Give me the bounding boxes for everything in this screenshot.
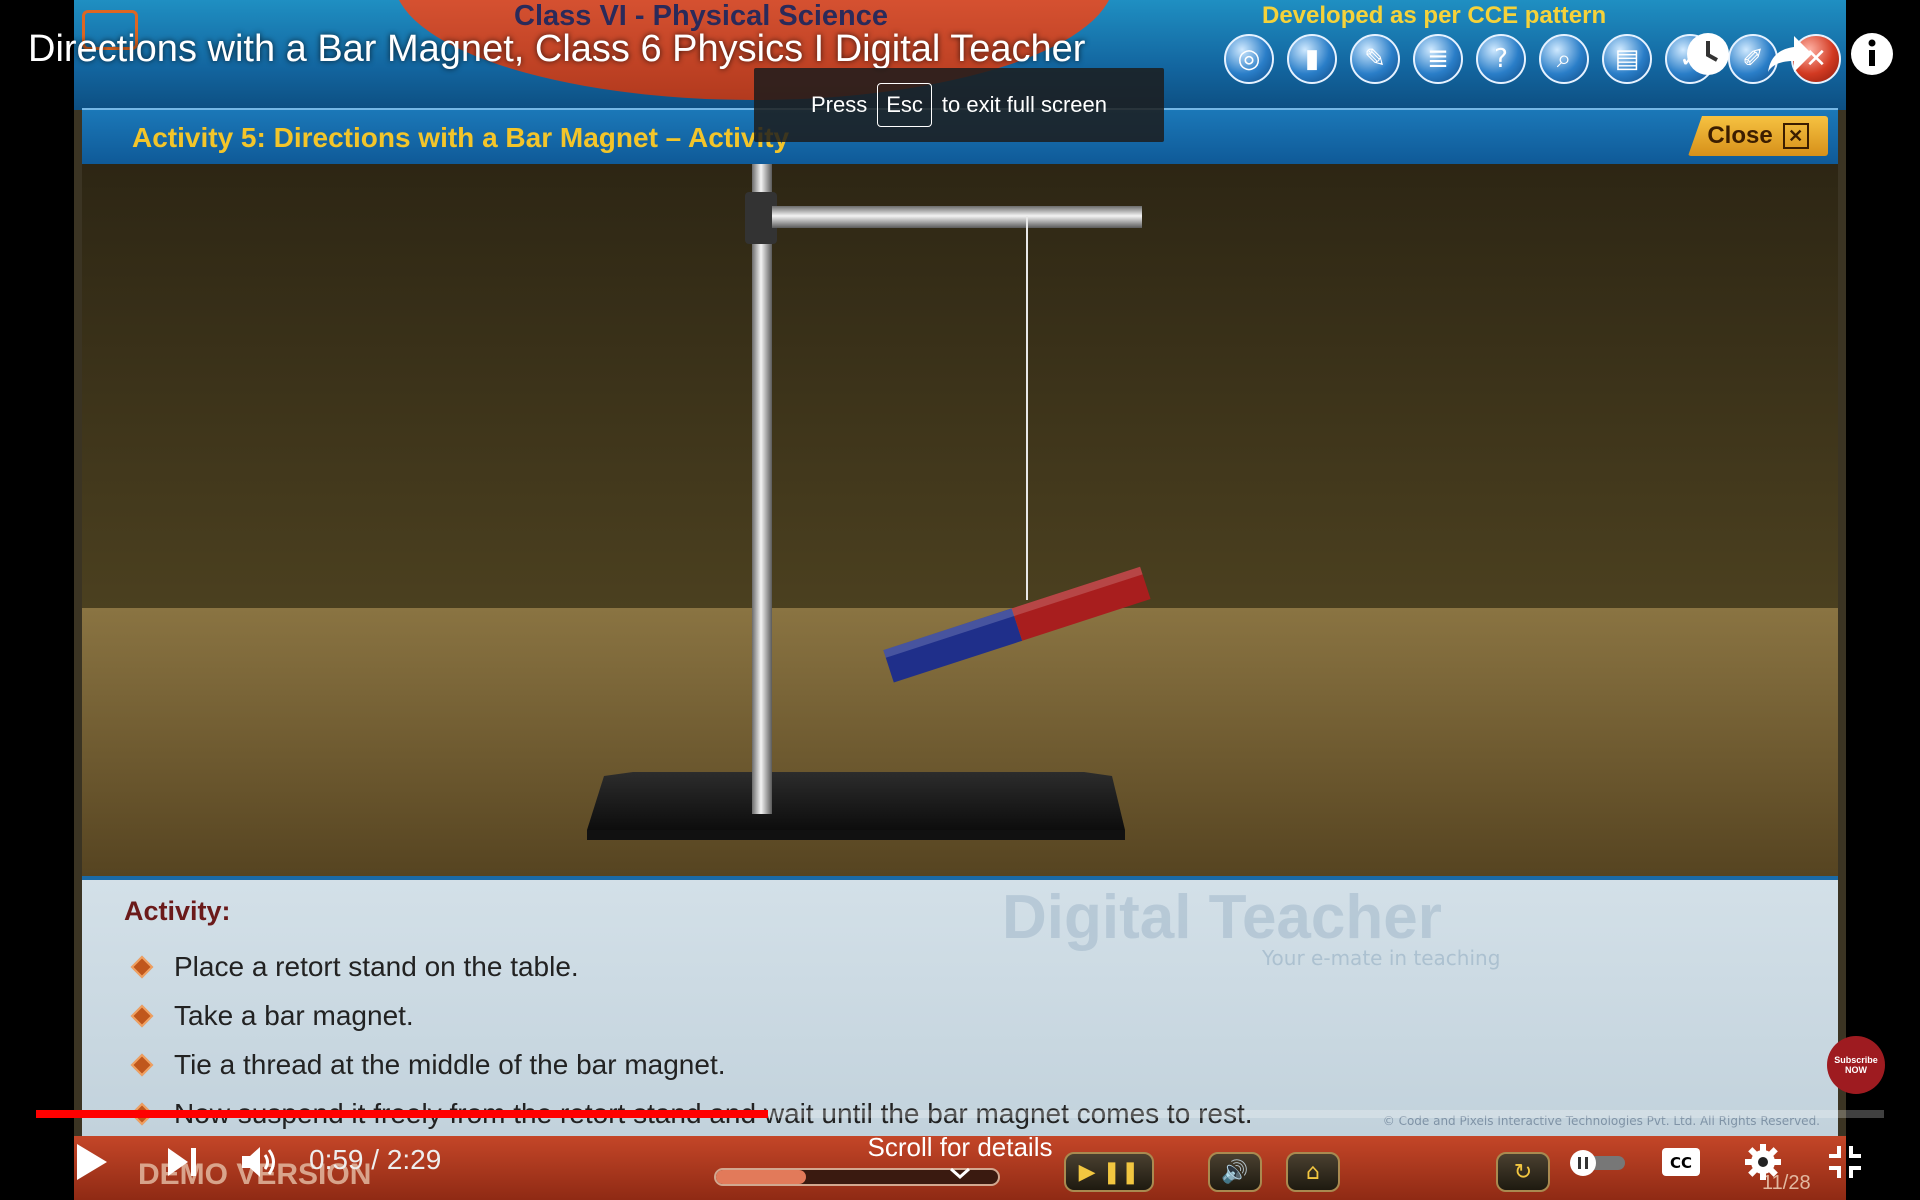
esc-key-label: Esc: [877, 83, 932, 127]
dictionary-icon: ▤: [1602, 34, 1652, 84]
cce-note: Developed as per CCE pattern: [1262, 2, 1607, 29]
share-icon[interactable]: [1766, 30, 1814, 78]
globe-icon: ◎: [1224, 34, 1274, 84]
notes-icon: ≣: [1413, 34, 1463, 84]
quiz-icon: ✎: [1350, 34, 1400, 84]
video-title[interactable]: Directions with a Bar Magnet, Class 6 Ph…: [28, 28, 1085, 71]
video-frame[interactable]: Class VI - Physical Science Developed as…: [74, 0, 1846, 1200]
progress-played: [36, 1110, 768, 1118]
stand-rod: [752, 164, 772, 814]
fullscreen-toast: Press Esc to exit full screen: [754, 68, 1164, 142]
lesson-close-button: Close ✕: [1688, 116, 1828, 156]
base-edge: [587, 830, 1125, 840]
close-icon: ✕: [1782, 123, 1809, 149]
step-text: Place a retort stand on the table.: [174, 950, 579, 982]
bar-magnet: [883, 566, 1151, 683]
search-icon: ⌕: [1539, 34, 1589, 84]
watch-later-icon[interactable]: [1684, 30, 1732, 78]
subscribe-watermark-button[interactable]: Subscribe NOW: [1827, 1036, 1885, 1094]
diamond-bullet-icon: [130, 955, 154, 978]
progress-bar[interactable]: [36, 1110, 1884, 1118]
diamond-bullet-icon: [130, 1004, 154, 1027]
diamond-bullet-icon: [130, 1053, 154, 1076]
scroll-hint[interactable]: Scroll for details: [0, 1132, 1920, 1163]
watermark-tagline: Your e-mate in teaching: [1262, 946, 1501, 970]
activity-heading: Activity:: [124, 896, 231, 926]
close-label: Close: [1707, 122, 1773, 149]
step-text: Tie a thread at the middle of the bar ma…: [174, 1048, 726, 1080]
toast-prefix: Press: [810, 92, 868, 117]
toast-suffix: to exit full screen: [941, 92, 1107, 117]
stand-arm: [772, 206, 1142, 228]
help-icon: ?: [1476, 34, 1526, 84]
info-icon[interactable]: [1848, 30, 1896, 78]
chevron-down-icon[interactable]: [948, 1166, 972, 1180]
activity-steps: Place a retort stand on the table. Take …: [130, 942, 1253, 1138]
activity-title: Activity 5: Directions with a Bar Magnet…: [132, 122, 790, 153]
experiment-scene: [82, 164, 1838, 876]
book-icon: ▮: [1287, 34, 1337, 84]
step-text: Take a bar magnet.: [174, 999, 414, 1031]
step-item: Take a bar magnet.: [130, 991, 1253, 1040]
step-item: Place a retort stand on the table.: [130, 942, 1253, 991]
activity-panel: Digital Teacher Your e-mate in teaching …: [82, 876, 1838, 1136]
stand-base: [587, 772, 1125, 830]
top-right-actions: [1684, 30, 1896, 78]
retort-stand-illustration: [587, 164, 1151, 840]
step-item: Tie a thread at the middle of the bar ma…: [130, 1040, 1253, 1089]
